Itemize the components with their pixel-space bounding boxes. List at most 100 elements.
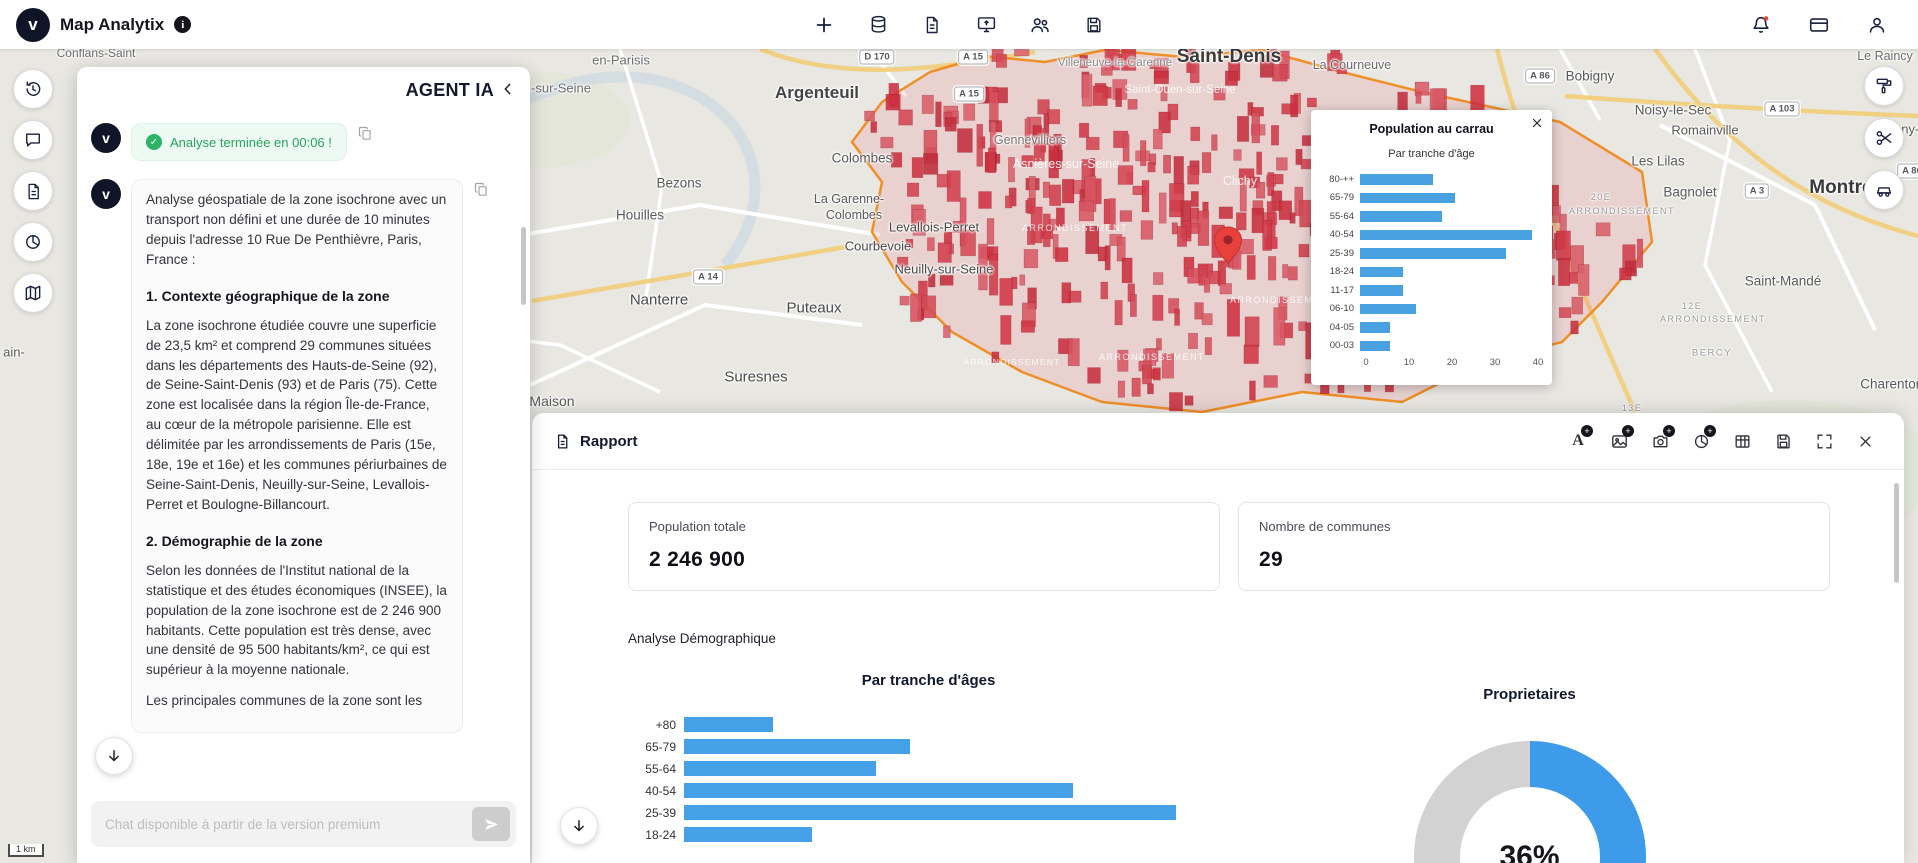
save-button[interactable] — [1075, 7, 1113, 43]
close-popup-button[interactable] — [1531, 117, 1543, 132]
map-tools — [1864, 66, 1904, 210]
axis-tick: 40 — [1532, 357, 1544, 368]
map-label: Maison — [529, 393, 575, 409]
popup-chart-bar — [1360, 174, 1434, 185]
popup-chart-row: 80-++ — [1324, 172, 1539, 187]
map-label: Gennevilliers — [993, 133, 1067, 147]
section-label: Analyse Démographique — [628, 631, 776, 646]
info-icon[interactable]: i — [174, 16, 192, 33]
history-icon — [26, 81, 41, 96]
charts-button[interactable] — [13, 222, 53, 262]
map-label: Saint-Mandé — [1744, 273, 1822, 289]
donut-title: Proprietaires — [1483, 686, 1576, 703]
chat-input[interactable] — [105, 816, 472, 832]
agent-messages[interactable]: v ✓ Analyse terminée en 00:06 ! v Analys… — [77, 113, 530, 789]
account-button[interactable] — [1858, 7, 1896, 43]
app-logo: v — [16, 7, 50, 42]
add-button[interactable] — [805, 7, 843, 43]
save-report-button[interactable] — [1766, 426, 1800, 456]
analysis-message: Analyse géospatiale de la zone isochrone… — [131, 179, 463, 733]
copy-icon — [358, 126, 371, 140]
billing-button[interactable] — [1800, 7, 1838, 43]
popup-chart-bar — [1360, 229, 1532, 240]
save-icon — [1087, 17, 1101, 32]
chat-button[interactable] — [13, 120, 53, 160]
age-chart-bar — [684, 739, 911, 754]
table-icon — [1734, 434, 1750, 448]
add-image-button[interactable]: + — [1602, 425, 1636, 456]
map-label: Houilles — [615, 207, 665, 223]
popup-chart-row: 40-54 — [1324, 228, 1539, 243]
map-label: ain- — [3, 344, 25, 360]
map-label: 20E — [1590, 192, 1612, 202]
screen-share-button[interactable] — [967, 7, 1005, 43]
map-label: Nanterre — [629, 291, 689, 309]
popup-chart-bar — [1360, 285, 1403, 296]
population-popup: Population au carrau Par tranche d'âge 8… — [1311, 110, 1552, 385]
scroll-down-button[interactable] — [560, 807, 598, 845]
map-label: BERCY — [1691, 347, 1733, 359]
chat-input-container — [91, 801, 516, 847]
report-body[interactable]: Population totale 2 246 900 Nombre de co… — [532, 470, 1904, 863]
axis-tick: 10 — [1403, 357, 1415, 368]
add-chart-button[interactable]: + — [1684, 425, 1718, 456]
map-scale: 1 km — [8, 844, 44, 857]
add-text-button[interactable]: A + — [1561, 425, 1595, 456]
send-button[interactable] — [472, 807, 510, 841]
maps-button[interactable] — [13, 273, 53, 313]
copy-message-button[interactable] — [357, 125, 374, 145]
fullscreen-button[interactable] — [1807, 426, 1841, 456]
notifications-button[interactable] — [1742, 7, 1780, 43]
map-label: Argenteuil — [774, 83, 860, 102]
message-row: v ✓ Analyse terminée en 00:06 ! — [91, 123, 516, 161]
map-style-icon — [1876, 78, 1892, 94]
agent-scrollbar[interactable] — [521, 227, 526, 305]
map-label: 13E — [1621, 403, 1643, 413]
popup-chart-row: 00-03 — [1324, 339, 1539, 354]
location-pin[interactable] — [1213, 226, 1243, 264]
close-report-button[interactable] — [1848, 426, 1882, 456]
cut-zone-button[interactable] — [1864, 118, 1904, 158]
road-badge: A 86 — [1525, 68, 1555, 84]
bell-icon — [1753, 15, 1769, 33]
popup-chart-row: 04-05 — [1324, 320, 1539, 335]
age-chart-bar — [684, 783, 1073, 798]
map-label: Neuilly-sur-Seine — [894, 261, 994, 277]
map-label: en-Parisis — [592, 52, 650, 68]
copy-message-button[interactable] — [473, 181, 490, 201]
layers-button[interactable] — [859, 7, 897, 43]
stat-card-communes: Nombre de communes 29 — [1238, 502, 1830, 591]
close-icon — [1860, 436, 1870, 446]
add-photo-button[interactable]: + — [1643, 425, 1677, 456]
documents-button[interactable] — [13, 171, 53, 211]
map-label: Noisy-le-Sec — [1634, 102, 1712, 118]
map-label: Saint-Ouen-sur-Seine — [1124, 84, 1236, 96]
status-text: Analyse terminée en 00:06 ! — [170, 134, 332, 150]
report-scrollbar[interactable] — [1894, 483, 1899, 583]
map-label: -sur-Seine — [531, 80, 591, 96]
user-icon — [1869, 17, 1885, 33]
age-chart-category: 18-24 — [645, 827, 676, 842]
report-panel: Rapport A + + + + Population totale 2 24… — [532, 413, 1904, 863]
scroll-down-button[interactable] — [95, 737, 133, 775]
map-label: Les Lilas — [1631, 153, 1685, 169]
popup-title: Population au carrau — [1369, 122, 1494, 136]
export-table-button[interactable] — [1725, 426, 1759, 456]
donut-chart: 36% — [1413, 741, 1646, 863]
popup-chart-row: 65-79 — [1324, 191, 1539, 206]
transport-button[interactable] — [1864, 170, 1904, 210]
chevron-left-icon — [504, 83, 511, 94]
popup-age-chart: 80-++ 65-79 55-64 40-54 25-39 18-24 11-17 06-10… — [1324, 172, 1539, 353]
axis-tick: 0 — [1363, 357, 1369, 368]
history-button[interactable] — [13, 69, 53, 109]
road-badge: A 103 — [1764, 101, 1800, 117]
popup-chart-category: 04-05 — [1329, 321, 1354, 333]
road-badge: A 14 — [693, 269, 723, 285]
map-style-button[interactable] — [1864, 66, 1904, 106]
map-label: Colombes — [825, 208, 883, 222]
map-label: Asnières-sur-Seine — [1012, 157, 1120, 171]
popup-chart-category: 11-17 — [1330, 284, 1354, 296]
report-button[interactable] — [913, 7, 951, 43]
team-button[interactable] — [1021, 7, 1059, 43]
collapse-panel-button[interactable] — [500, 81, 516, 100]
